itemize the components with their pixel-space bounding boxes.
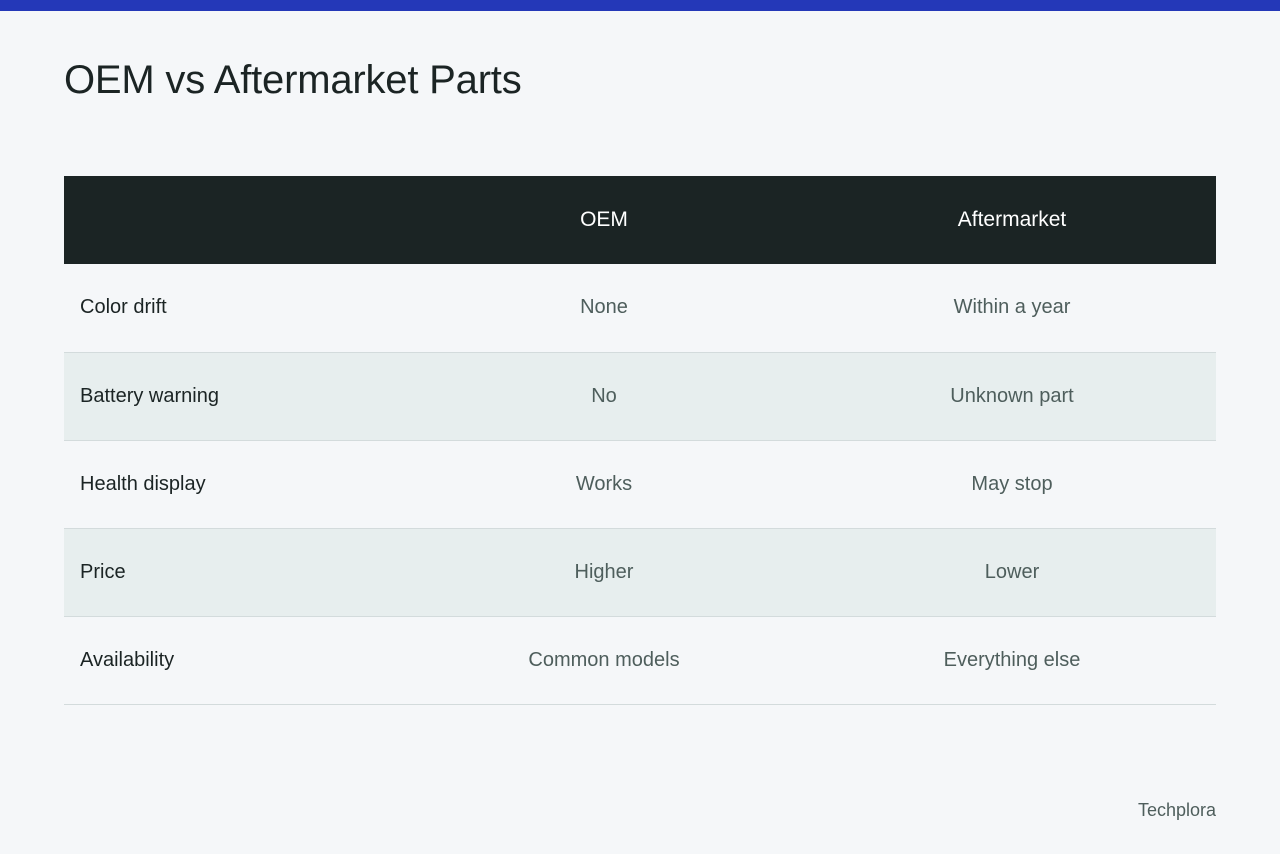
table-row: Battery warning No Unknown part <box>64 352 1216 441</box>
table-row: Availability Common models Everything el… <box>64 616 1216 705</box>
oem-value: No <box>400 352 808 441</box>
row-label: Color drift <box>64 264 400 353</box>
row-label: Availability <box>64 616 400 705</box>
oem-value: Works <box>400 440 808 529</box>
accent-bar <box>0 0 1280 11</box>
table-row: Color drift None Within a year <box>64 264 1216 353</box>
header-aftermarket: Aftermarket <box>957 208 1067 231</box>
aftermarket-value: Within a year <box>808 264 1216 353</box>
table-header-row: OEM Aftermarket <box>64 176 1216 264</box>
aftermarket-value: Everything else <box>808 616 1216 705</box>
page-title: OEM vs Aftermarket Parts <box>64 58 522 102</box>
table-row: Health display Works May stop <box>64 440 1216 529</box>
aftermarket-value: Unknown part <box>808 352 1216 441</box>
comparison-table: OEM Aftermarket Color drift None Within … <box>64 176 1216 705</box>
header-oem: OEM <box>580 208 628 231</box>
aftermarket-value: May stop <box>808 440 1216 529</box>
oem-value: Higher <box>400 528 808 617</box>
aftermarket-value: Lower <box>808 528 1216 617</box>
oem-value: Common models <box>400 616 808 705</box>
row-label: Battery warning <box>64 352 400 441</box>
header-blank <box>64 176 400 264</box>
brand-footer: Techplora <box>1137 800 1216 820</box>
table-row: Price Higher Lower <box>64 528 1216 617</box>
oem-value: None <box>400 264 808 353</box>
row-label: Price <box>64 528 400 617</box>
row-label: Health display <box>64 440 400 529</box>
